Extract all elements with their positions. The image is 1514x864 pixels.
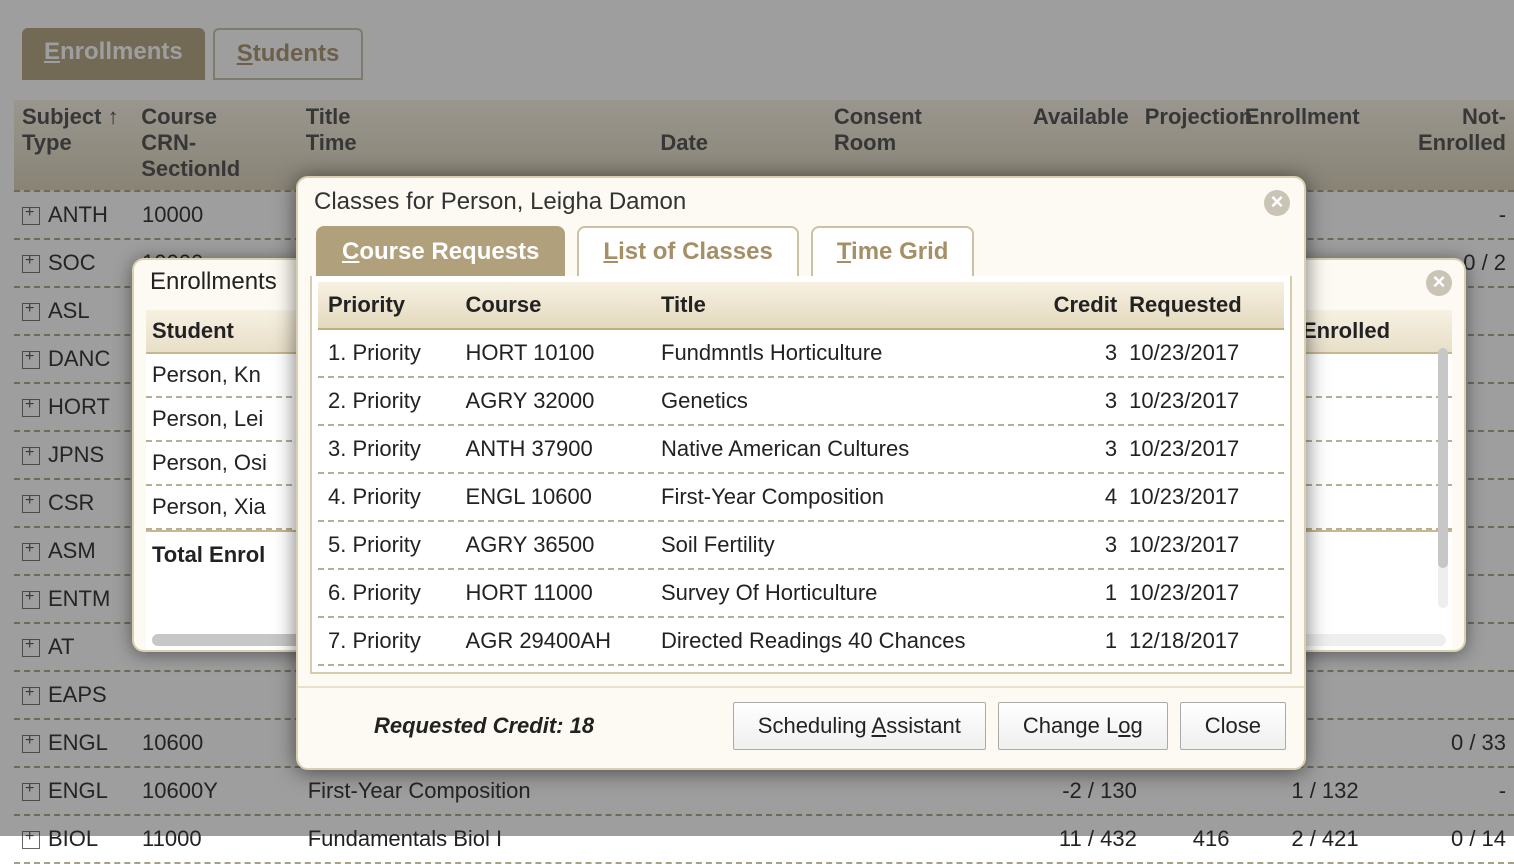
hdr-requested[interactable]: Requested xyxy=(1123,288,1280,322)
hdr-req-title[interactable]: Title xyxy=(655,288,1034,322)
hdr-available[interactable]: Available xyxy=(990,100,1136,186)
expand-icon[interactable] xyxy=(22,351,40,369)
table-row[interactable]: 1. PriorityHORT 10100Fundmntls Horticult… xyxy=(318,330,1284,378)
hdr-projection[interactable]: Projection xyxy=(1137,100,1237,186)
hdr-req-course[interactable]: Course xyxy=(460,288,655,322)
dialog-tab[interactable]: Time Grid xyxy=(811,226,975,276)
dialog-tabs: Course RequestsList of Classes Time Grid xyxy=(298,226,1304,276)
expand-icon[interactable] xyxy=(22,687,40,705)
vertical-scrollbar[interactable] xyxy=(1438,348,1448,608)
table-row[interactable]: 5. PriorityAGRY 36500Soil Fertility310/2… xyxy=(318,522,1284,570)
table-row[interactable]: 7. PriorityAGR 29400AHDirected Readings … xyxy=(318,618,1284,666)
expand-icon[interactable] xyxy=(22,495,40,513)
hdr-priority[interactable]: Priority xyxy=(322,288,460,322)
hdr-credit[interactable]: Credit xyxy=(1034,288,1123,322)
table-row[interactable]: 6. PriorityHORT 11000Survey Of Horticult… xyxy=(318,570,1284,618)
hdr-enrolled[interactable]: Enrolled xyxy=(1302,318,1422,344)
dialog-title: Classes for Person, Leigha Damon xyxy=(298,178,1304,226)
requests-header: Priority Course Title Credit Requested xyxy=(318,282,1284,330)
table-row[interactable]: 2. PriorityAGRY 32000Genetics310/23/2017 xyxy=(318,378,1284,426)
expand-icon[interactable] xyxy=(22,735,40,753)
close-icon[interactable]: × xyxy=(1426,270,1452,296)
table-row[interactable]: BIOL11000Fundamentals Biol I11 / 4324162… xyxy=(14,816,1514,864)
expand-icon[interactable] xyxy=(22,399,40,417)
table-row[interactable]: ENGL10600YFirst-Year Composition-2 / 130… xyxy=(14,768,1514,816)
hdr-consent[interactable]: ConsentRoom xyxy=(826,100,990,186)
expand-icon[interactable] xyxy=(22,447,40,465)
dialog-footer: Requested Credit: 18 Scheduling Assistan… xyxy=(298,686,1304,768)
scroll-thumb[interactable] xyxy=(1438,348,1448,568)
main-tabs: Enrollments Students xyxy=(22,28,363,80)
dialog-tab[interactable]: Course Requests xyxy=(316,226,565,276)
table-row[interactable]: 3. PriorityANTH 37900Native American Cul… xyxy=(318,426,1284,474)
hdr-date[interactable]: Date xyxy=(652,100,826,186)
dialog-tab[interactable]: List of Classes xyxy=(577,226,798,276)
expand-icon[interactable] xyxy=(22,783,40,801)
expand-icon[interactable] xyxy=(22,591,40,609)
close-icon[interactable]: × xyxy=(1264,190,1290,216)
classes-dialog: Classes for Person, Leigha Damon × Cours… xyxy=(296,176,1306,770)
expand-icon[interactable] xyxy=(22,543,40,561)
close-button[interactable]: Close xyxy=(1180,702,1286,750)
hdr-notenrolled[interactable]: Not-Enrolled xyxy=(1368,100,1514,186)
tab-students[interactable]: Students xyxy=(213,28,364,80)
scheduling-assistant-button[interactable]: Scheduling Assistant xyxy=(733,702,986,750)
expand-icon[interactable] xyxy=(22,207,40,225)
tab-enrollments[interactable]: Enrollments xyxy=(22,28,205,80)
request-rows: 1. PriorityHORT 10100Fundmntls Horticult… xyxy=(318,330,1284,666)
hdr-course[interactable]: CourseCRN-SectionId xyxy=(133,100,297,186)
course-requests-panel: Priority Course Title Credit Requested 1… xyxy=(310,276,1292,674)
expand-icon[interactable] xyxy=(22,255,40,273)
requested-credit-label: Requested Credit: 18 xyxy=(374,713,594,739)
hdr-title[interactable]: TitleTime xyxy=(298,100,653,186)
hdr-subject[interactable]: Subject ↑Type xyxy=(14,100,133,186)
expand-icon[interactable] xyxy=(22,639,40,657)
change-log-button[interactable]: Change Log xyxy=(998,702,1168,750)
table-row[interactable]: 4. PriorityENGL 10600First-Year Composit… xyxy=(318,474,1284,522)
expand-icon[interactable] xyxy=(22,303,40,321)
expand-icon[interactable] xyxy=(22,831,40,849)
hdr-enrollment[interactable]: Enrollment xyxy=(1237,100,1368,186)
